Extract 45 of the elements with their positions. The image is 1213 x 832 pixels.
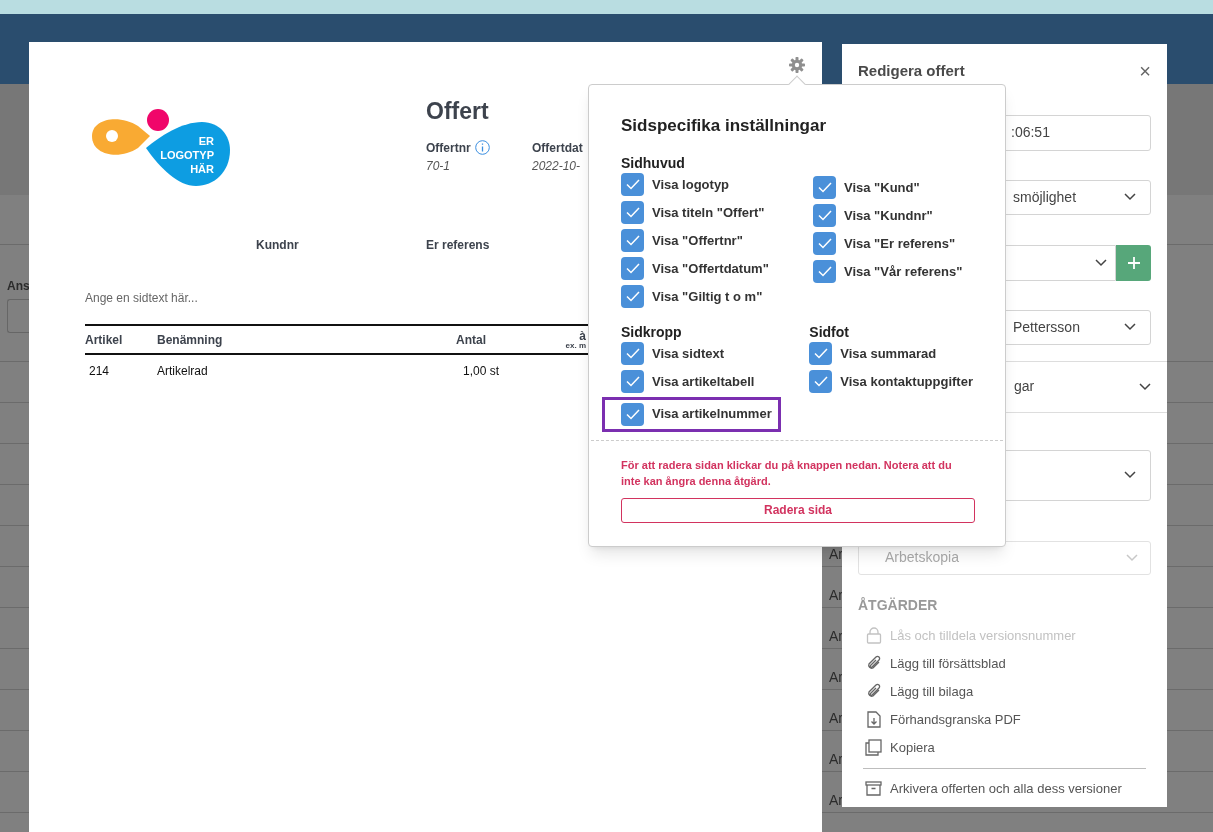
checkbox-label: Visa logotyp [652, 175, 730, 194]
column-header: Antal [455, 331, 486, 349]
checkbox-label: Visa artikelnummer [652, 405, 772, 424]
list-row-text: Ar [829, 749, 843, 769]
field-label: Ans [7, 278, 30, 295]
checkbox-label: Visa kontaktuppgifter [840, 372, 973, 391]
logo: ER LOGOTYP HÄR [90, 108, 230, 188]
checkbox-label: Visa "Offertdatum" [652, 259, 769, 278]
checkbox-label: Visa "Vår referens" [844, 262, 963, 281]
list-row-text: Ar [829, 790, 843, 810]
warning-text: För att radera sidan klickar du på knappen nedan. Notera att du inte kan ångra denna åtgärd. [621, 457, 953, 489]
list-row-text: Ar [829, 626, 843, 646]
list-row-text: Ar [829, 708, 843, 728]
column-header: à [578, 329, 586, 342]
checkbox-label: Visa sidtext [652, 344, 725, 363]
checkbox-label: Visa titeln "Offert" [652, 203, 765, 222]
checkbox-label: Visa "Kundnr" [844, 206, 933, 225]
table-cell-text: 214 [88, 362, 111, 380]
section-heading: ÅTGÄRDER [858, 595, 939, 615]
section-heading: Sidkropp [621, 322, 683, 340]
table-cell-text: 1,00 st [461, 362, 499, 380]
checkbox-label: Visa "Giltig t o m" [652, 287, 763, 306]
checkbox-label: Visa "Offertnr" [652, 231, 743, 250]
table-cell-text: Artikelrad [157, 362, 209, 380]
checkbox-label: Visa summarad [840, 344, 937, 363]
list-row-text: Ar [829, 585, 843, 605]
meta-label: Offertdat [532, 139, 583, 157]
list-row-text: Ar [829, 667, 843, 687]
checkbox-label: Visa "Er referens" [844, 234, 956, 253]
popover-title: Sidspecifika inställningar [621, 115, 827, 137]
document-title: Offert [426, 97, 490, 126]
panel-title: Redigera offert [858, 61, 965, 81]
field-label: Kundnr [256, 237, 300, 254]
meta-value: 70-1 [426, 157, 452, 175]
list-row-text: Ar [829, 544, 843, 564]
column-header: Benämning [157, 331, 224, 349]
checkbox-label: Visa "Kund" [844, 178, 920, 197]
meta-label: Offertnr [426, 139, 471, 157]
column-subheader: ex. m [564, 341, 586, 350]
meta-value: 2022-10- [532, 157, 582, 175]
checkbox-label: Visa artikeltabell [652, 372, 755, 391]
column-header: Artikel [85, 331, 124, 349]
field-label: Er referens [426, 237, 491, 254]
section-heading: Sidfot [809, 322, 850, 340]
section-heading: Sidhuvud [621, 153, 686, 171]
